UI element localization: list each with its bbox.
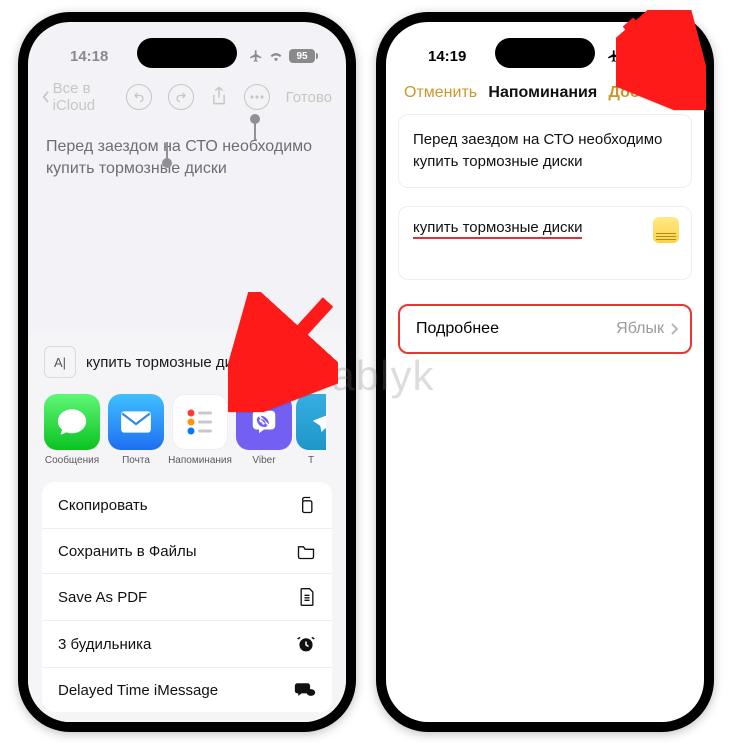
note-content[interactable]: Перед заездом на СТО необходимо купить т…: [28, 118, 346, 199]
note-text: Перед заездом на СТО необходимо купить т…: [46, 138, 312, 177]
back-button[interactable]: Все в iCloud: [42, 80, 126, 114]
mail-icon: [119, 409, 153, 435]
action-save-pdf[interactable]: Save As PDF: [42, 574, 332, 621]
share-actions-list: Скопировать Сохранить в Файлы Save As PD…: [42, 482, 332, 712]
redo-icon: [175, 91, 187, 103]
share-app-messages[interactable]: Сообщения: [40, 394, 104, 466]
action-save-files[interactable]: Сохранить в Файлы: [42, 529, 332, 574]
share-app-mail[interactable]: Почта: [104, 394, 168, 466]
back-label: Все в iCloud: [53, 80, 126, 114]
dynamic-island: [137, 38, 237, 68]
notes-navbar: Все в iCloud Готово: [28, 76, 346, 118]
action-copy[interactable]: Скопировать: [42, 482, 332, 529]
ellipsis-icon: [250, 95, 264, 99]
source-note-text: Перед заездом на СТО необходимо купить т…: [413, 131, 662, 170]
messages-icon: [55, 405, 89, 439]
battery-level: 95: [289, 49, 315, 63]
edit-actions-link[interactable]: Редактировать действия: [38, 712, 336, 722]
airplane-icon: [249, 49, 263, 63]
phone-right: 14:19 95 Отменить Напоминания Добавить П…: [376, 12, 714, 732]
redo-button[interactable]: [168, 84, 194, 110]
details-label: Подробнее: [416, 320, 499, 338]
details-row[interactable]: Подробнее Яблык: [398, 304, 692, 354]
source-note-card: Перед заездом на СТО необходимо купить т…: [398, 114, 692, 188]
chevron-right-icon: [670, 322, 678, 336]
dynamic-island: [495, 38, 595, 68]
undo-icon: [133, 91, 145, 103]
reminder-title-card[interactable]: купить тормозные диски: [398, 206, 692, 280]
status-indicators: 95: [249, 49, 318, 63]
copy-icon: [296, 495, 316, 515]
cancel-button[interactable]: Отменить: [404, 84, 477, 102]
status-time: 14:19: [428, 48, 466, 65]
status-time: 14:18: [70, 48, 108, 65]
chat-icon: [294, 681, 316, 699]
reminder-title-input[interactable]: купить тормозные диски: [413, 219, 582, 239]
share-app-reminders[interactable]: Напоминания: [168, 394, 232, 466]
chevron-left-icon: [42, 89, 51, 105]
more-button[interactable]: [244, 84, 270, 110]
details-value: Яблык: [616, 320, 664, 338]
text-format-chip: A|: [44, 346, 76, 378]
annotation-arrow-reminders: [228, 292, 338, 412]
document-icon: [298, 587, 316, 607]
action-alarms[interactable]: 3 будильника: [42, 621, 332, 668]
done-button[interactable]: Готово: [286, 89, 332, 106]
reminders-icon: [182, 404, 218, 440]
alarm-icon: [296, 634, 316, 654]
folder-icon: [296, 542, 316, 560]
notes-app-icon: [653, 217, 679, 243]
page-title: Напоминания: [488, 84, 597, 102]
wifi-icon: [268, 50, 284, 62]
action-delayed-imessage[interactable]: Delayed Time iMessage: [42, 668, 332, 712]
annotation-arrow-add: [616, 10, 706, 110]
share-icon[interactable]: [210, 86, 228, 108]
phone-left: 14:18 95 Все в iCloud: [18, 12, 356, 732]
undo-button[interactable]: [126, 84, 152, 110]
